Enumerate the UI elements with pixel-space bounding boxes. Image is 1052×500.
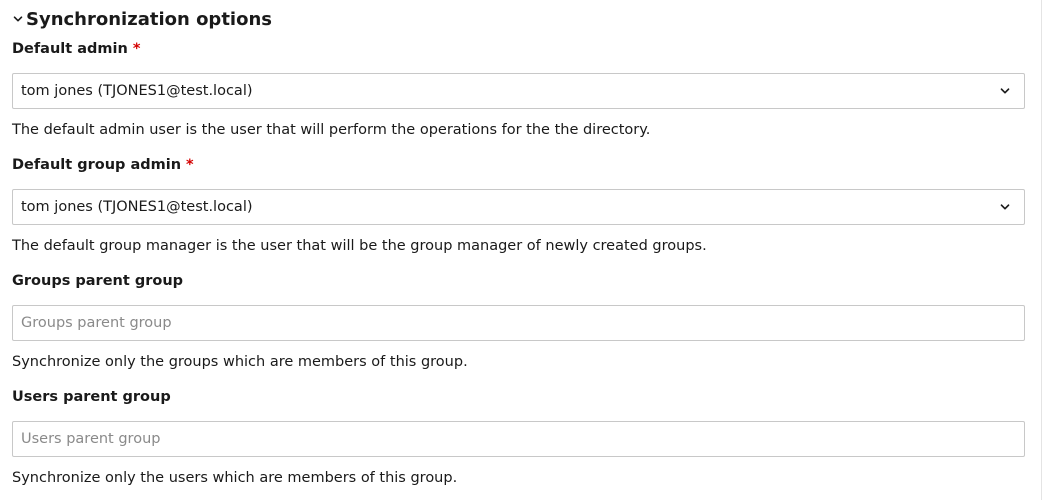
chevron-down-icon <box>998 84 1012 98</box>
groups-parent-group-label: Groups parent group <box>12 270 1040 292</box>
users-parent-group-label: Users parent group <box>12 386 1040 408</box>
default-group-admin-label: Default group admin * <box>12 154 1040 176</box>
groups-parent-group-input[interactable] <box>12 305 1025 341</box>
required-marker: * <box>132 41 141 57</box>
default-group-admin-label-text: Default group admin <box>12 157 182 173</box>
users-parent-group-help: Synchronize only the users which are mem… <box>12 470 458 486</box>
default-group-admin-help: The default group manager is the user th… <box>12 238 707 254</box>
users-parent-group-label-text: Users parent group <box>12 389 171 405</box>
default-group-admin-select[interactable]: tom jones (TJONES1@test.local) <box>12 189 1025 225</box>
default-admin-label: Default admin * <box>12 38 1040 60</box>
required-marker: * <box>186 157 194 173</box>
chevron-down-icon[interactable] <box>12 13 24 25</box>
users-parent-group-input[interactable] <box>12 421 1025 457</box>
default-admin-label-text: Default admin <box>12 41 128 57</box>
default-group-admin-select-value: tom jones (TJONES1@test.local) <box>21 199 253 215</box>
panel-divider <box>1041 0 1042 500</box>
default-admin-select-value: tom jones (TJONES1@test.local) <box>21 83 253 99</box>
section-title: Synchronization options <box>26 8 272 30</box>
section-header-synchronization-options[interactable]: Synchronization options <box>12 0 1040 38</box>
default-admin-select[interactable]: tom jones (TJONES1@test.local) <box>12 73 1025 109</box>
groups-parent-group-label-text: Groups parent group <box>12 273 184 289</box>
default-admin-help: The default admin user is the user that … <box>12 122 651 138</box>
synchronization-options-panel: Synchronization options Default admin * … <box>0 0 1052 500</box>
chevron-down-icon <box>998 200 1012 214</box>
groups-parent-group-help: Synchronize only the groups which are me… <box>12 354 468 370</box>
